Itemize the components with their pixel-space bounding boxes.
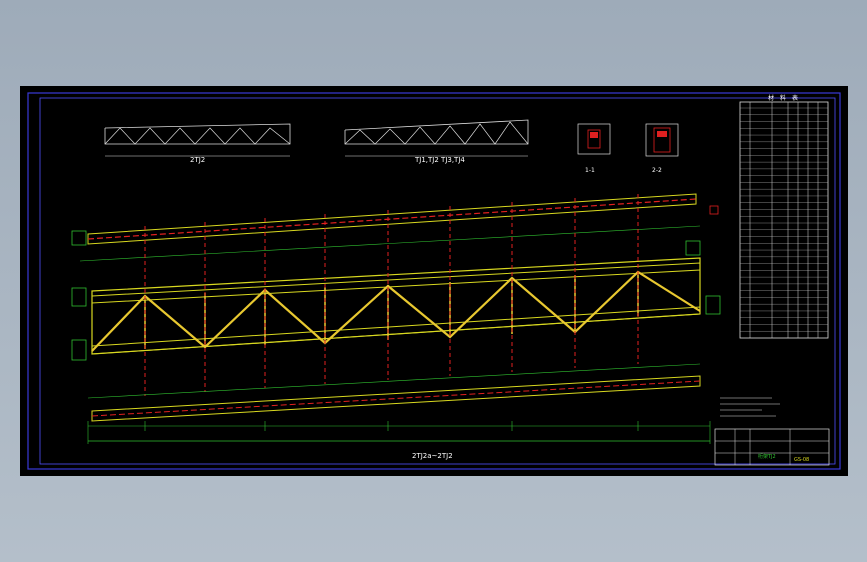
- notes-block: [720, 397, 780, 417]
- cad-viewer: 2TJ2 TJ1,TJ2 TJ3,TJ4 1-1 2-2 材 料 表 2TJ2a…: [0, 0, 867, 562]
- drawing-sheet[interactable]: 2TJ2 TJ1,TJ2 TJ3,TJ4 1-1 2-2 材 料 表 2TJ2a…: [20, 86, 848, 476]
- sheet-inner-frame: [39, 97, 836, 465]
- right-end-detail[interactable]: [685, 205, 721, 315]
- left-end-detail[interactable]: [71, 230, 87, 361]
- title-block-number: GS-08: [794, 457, 809, 463]
- material-table-header-1: 材: [768, 94, 774, 102]
- section-2-2-detail[interactable]: 2-2: [645, 123, 679, 174]
- truss-elevation-right[interactable]: TJ1,TJ2 TJ3,TJ4: [344, 119, 529, 164]
- material-table-header-3: 表: [792, 94, 798, 102]
- main-truss-elevation[interactable]: 2TJ2a~2TJ2: [79, 193, 711, 460]
- title-block-name: 桁架TJ2: [758, 453, 776, 460]
- section-1-1-detail[interactable]: 1-1: [577, 123, 611, 174]
- main-elevation-label: 2TJ2a~2TJ2: [412, 452, 453, 460]
- truss-elevation-left[interactable]: 2TJ2: [104, 123, 291, 164]
- truss-elevation-right-label: TJ1,TJ2 TJ3,TJ4: [414, 156, 465, 164]
- material-table[interactable]: 材 料 表: [739, 94, 829, 339]
- material-table-rows: [740, 107, 828, 339]
- material-table-header-2: 料: [780, 94, 786, 102]
- section-2-2-label: 2-2: [652, 167, 662, 174]
- drawing-canvas[interactable]: 2TJ2 TJ1,TJ2 TJ3,TJ4 1-1 2-2 材 料 表 2TJ2a…: [20, 86, 848, 476]
- section-1-1-label: 1-1: [585, 167, 595, 174]
- title-block[interactable]: 桁架TJ2 GS-08: [714, 428, 830, 466]
- truss-elevation-left-label: 2TJ2: [190, 156, 205, 164]
